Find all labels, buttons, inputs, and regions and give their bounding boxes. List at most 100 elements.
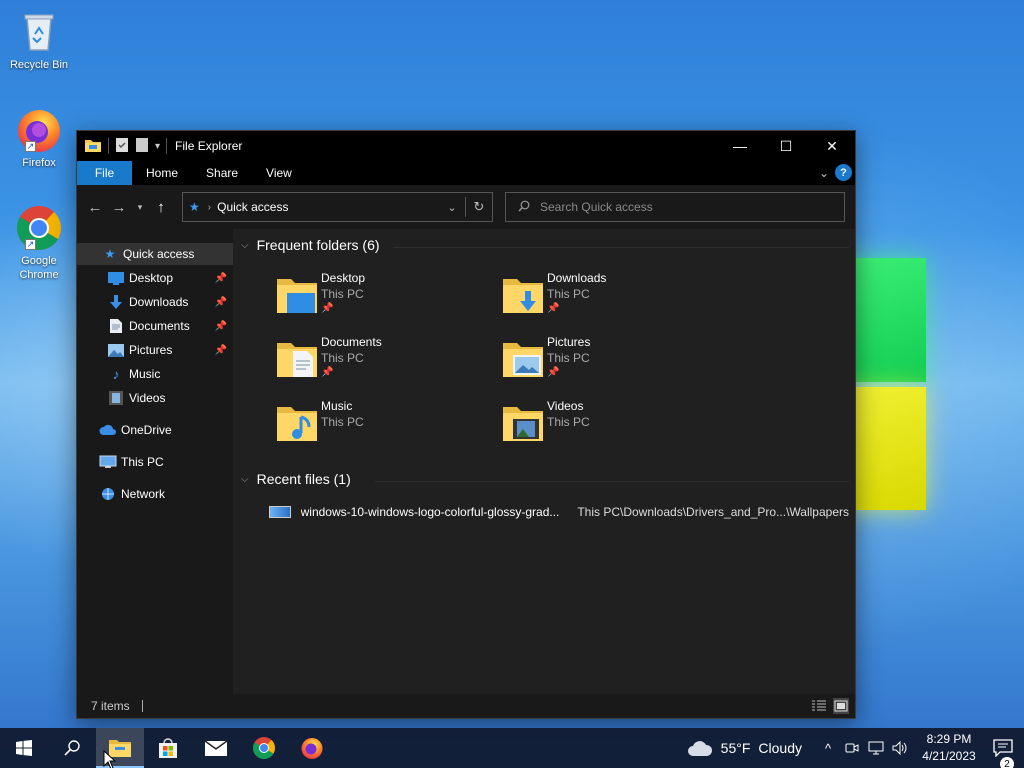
desktop-icon-label: Firefox [22,157,56,169]
mail-icon [204,740,228,756]
meet-now-icon[interactable] [840,728,864,768]
folder-location: This PC [321,415,364,429]
search-button[interactable] [48,728,96,768]
tab-view[interactable]: View [252,161,306,185]
notification-icon [993,739,1013,757]
tab-file[interactable]: File [77,161,132,185]
firefox-icon: ↗ [15,106,63,154]
expand-ribbon-icon[interactable]: ⌄ [819,166,829,180]
documents-folder-icon [275,337,319,381]
search-box[interactable] [505,192,845,222]
title-bar[interactable]: ▾ File Explorer — ☐ ✕ [77,131,855,161]
cloud-icon [687,741,712,756]
nav-item-downloads[interactable]: Downloads 📌 [77,291,233,313]
folder-tile-desktop[interactable]: Desktop This PC 📌 [275,269,495,325]
taskbar-microsoft-store[interactable] [144,728,192,768]
maximize-button[interactable]: ☐ [763,131,809,161]
pictures-folder-icon [501,337,545,381]
documents-icon [107,318,125,334]
nav-item-label: Documents [129,319,190,333]
refresh-icon[interactable]: ↻ [466,199,492,215]
clock[interactable]: 8:29 PM 4/21/2023 [916,731,982,765]
recent-files-header[interactable]: ⌵ Recent files (1) [241,471,351,487]
folder-tile-videos[interactable]: Videos This PC [501,397,721,453]
close-button[interactable]: ✕ [809,131,855,161]
nav-item-this-pc[interactable]: This PC [77,451,233,473]
tab-share[interactable]: Share [192,161,252,185]
desktop-icon-recycle-bin[interactable]: Recycle Bin [4,8,74,72]
tab-home[interactable]: Home [132,161,192,185]
folder-tile-downloads[interactable]: Downloads This PC 📌 [501,269,721,325]
nav-item-documents[interactable]: Documents 📌 [77,315,233,337]
ribbon-tabs: File Home Share View ⌄ ? [77,161,855,185]
desktop-icon-chrome[interactable]: ↗ Google Chrome [4,204,74,282]
taskbar-mail[interactable] [192,728,240,768]
toolbar-divider [166,138,168,154]
taskbar: 55°F Cloudy ^ 8:29 PM 4/21/2023 2 [0,728,1024,768]
toolbar-divider [108,138,109,154]
show-hidden-icons-chevron-icon[interactable]: ^ [816,728,840,768]
group-title: Recent files (1) [256,471,351,487]
folder-tile-documents[interactable]: Documents This PC 📌 [275,333,495,389]
image-file-icon [269,506,291,518]
taskbar-chrome[interactable] [240,728,288,768]
action-center-button[interactable]: 2 [982,739,1024,768]
new-folder-icon[interactable] [135,137,149,156]
content-pane: ⌵ Frequent folders (6) Desktop This PC 📌… [235,229,855,694]
start-button[interactable] [0,728,48,768]
folder-tile-music[interactable]: Music This PC [275,397,495,453]
customize-toolbar-icon[interactable]: ▾ [155,141,160,152]
nav-item-onedrive[interactable]: OneDrive [77,419,233,441]
folder-location: This PC [547,415,590,429]
help-icon[interactable]: ? [835,164,852,181]
group-divider [393,247,849,248]
pin-icon: 📌 [321,367,334,378]
pin-icon[interactable]: 📌 [215,273,227,284]
forward-arrow-icon[interactable]: → [107,199,131,216]
back-arrow-icon[interactable]: ← [83,199,107,216]
music-folder-icon [275,401,319,445]
mouse-cursor-icon [103,750,117,768]
search-input[interactable] [540,200,840,214]
computer-icon [99,454,117,470]
properties-icon[interactable] [115,137,129,156]
volume-icon[interactable] [888,728,912,768]
desktop-folder-icon [107,270,125,286]
recent-locations-icon[interactable]: ▾ [131,202,149,213]
details-view-icon[interactable] [811,698,827,714]
address-bar[interactable]: ★ › Quick access ⌄ ↻ [182,192,493,222]
nav-item-quick-access[interactable]: ★ Quick access [77,243,233,265]
network-icon[interactable] [864,728,888,768]
weather-widget[interactable]: 55°F Cloudy [687,739,802,757]
recent-file-row[interactable]: windows-10-windows-logo-colorful-glossy-… [269,501,849,523]
minimize-button[interactable]: — [717,131,763,161]
nav-item-music[interactable]: ♪ Music [77,363,233,385]
desktop-icon-label: Google Chrome [19,255,59,281]
search-icon [518,200,530,215]
weather-condition: Cloudy [758,740,802,756]
frequent-folders-header[interactable]: ⌵ Frequent folders (6) [241,237,380,253]
folder-location: This PC [547,287,590,301]
nav-item-pictures[interactable]: Pictures 📌 [77,339,233,361]
large-icons-view-icon[interactable] [833,698,849,714]
music-icon: ♪ [112,366,120,382]
pin-icon[interactable]: 📌 [215,321,227,332]
recycle-bin-icon [15,8,63,56]
desktop-icon-firefox[interactable]: ↗ Firefox [4,106,74,170]
videos-folder-icon [501,401,545,445]
nav-item-label: This PC [121,455,164,469]
folder-tile-pictures[interactable]: Pictures This PC 📌 [501,333,721,389]
shortcut-arrow-icon: ↗ [25,141,36,152]
up-arrow-icon[interactable]: ↑ [149,199,173,216]
nav-item-desktop[interactable]: Desktop 📌 [77,267,233,289]
nav-item-videos[interactable]: Videos [77,387,233,409]
taskbar-firefox[interactable] [288,728,336,768]
address-location[interactable]: Quick access [217,200,288,214]
pin-icon[interactable]: 📌 [215,345,227,356]
nav-item-network[interactable]: Network [77,483,233,505]
pin-icon[interactable]: 📌 [215,297,227,308]
folder-icon [84,137,102,156]
folder-location: This PC [321,287,364,301]
group-divider [375,481,849,482]
address-dropdown-icon[interactable]: ⌄ [439,201,465,214]
